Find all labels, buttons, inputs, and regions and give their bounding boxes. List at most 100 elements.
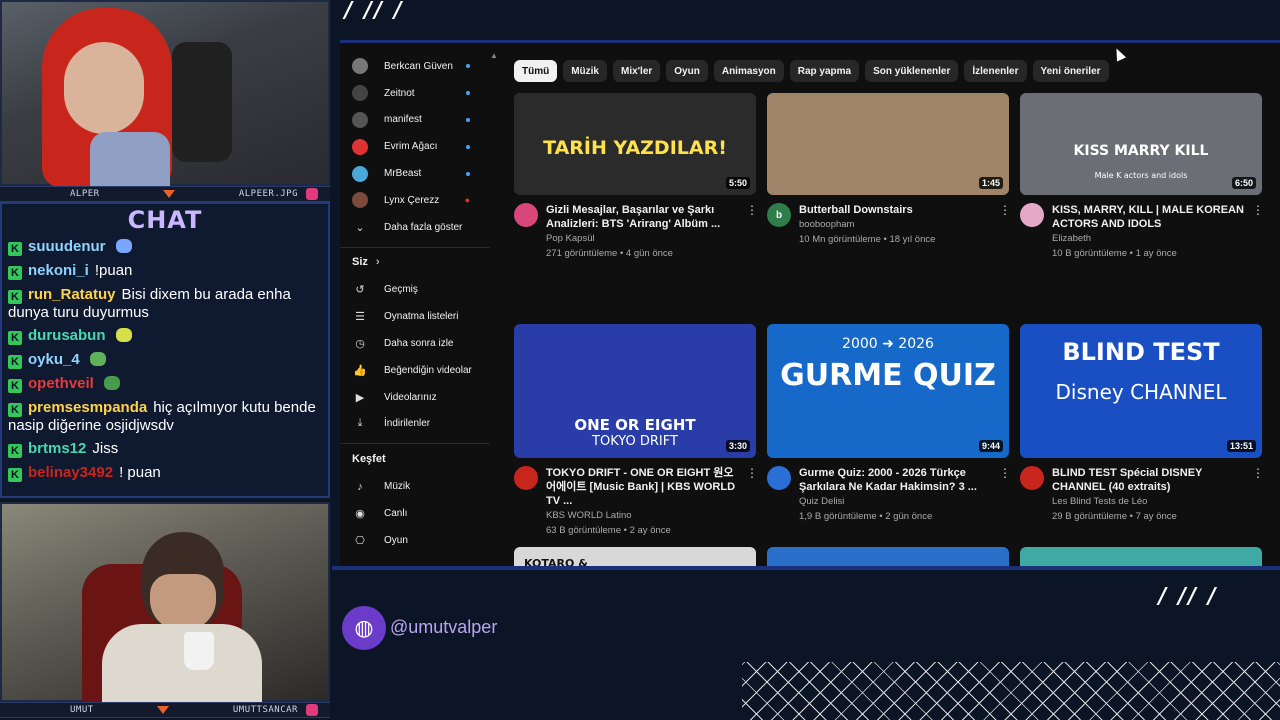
filter-chip[interactable]: Oyun [666, 60, 708, 82]
video-card[interactable]: TARİH YAZDILAR! 5:50 Gizli Mesajlar, Başar… [514, 93, 758, 261]
filter-chip[interactable]: Animasyon [713, 60, 784, 82]
sidebar-item-subscription[interactable]: Berkcan Güven [340, 53, 490, 80]
video-card[interactable] [1020, 547, 1262, 567]
sidebar-item-label: Oyun [384, 534, 408, 546]
channel-avatar-icon [352, 58, 368, 75]
chat-message: Knekoni_i !puan [8, 262, 322, 280]
channel-avatar[interactable] [1020, 203, 1044, 227]
sidebar-item-playlist[interactable]: ☰ Oynatma listeleri [340, 303, 490, 330]
emote-icon [89, 352, 106, 366]
show-more-button[interactable]: ⌄ Daha fazla göster [340, 214, 490, 241]
video-thumbnail[interactable]: KISS MARRY KILL Male K actors and idols 6:… [1020, 93, 1262, 195]
sidebar-item-subscription[interactable]: Zeitnot [340, 80, 490, 107]
sidebar-item-download[interactable]: ⤓ İndirilenler [340, 411, 490, 438]
more-options-icon[interactable]: ⋮ [999, 466, 1011, 480]
video-channel[interactable]: booboopham [799, 217, 1009, 232]
filter-chip[interactable]: Yeni öneriler [1032, 60, 1109, 82]
video-title[interactable]: BLIND TEST Spécial DISNEY CHANNEL (40 ex… [1052, 466, 1262, 494]
sidebar-item-label: Berkcan Güven [384, 60, 453, 72]
sidebar-item-live[interactable]: ◉ Canlı [340, 500, 490, 527]
more-options-icon[interactable]: ⋮ [1252, 466, 1264, 480]
clock-icon: ◷ [355, 338, 365, 351]
chat-username: belinay3492 [28, 464, 114, 481]
video-card[interactable]: ONE OR EIGHT TOKYO DRIFT 3:30 TOKYO DRIFT -… [514, 324, 758, 538]
video-title[interactable]: Gurme Quiz: 2000 - 2026 Türkçe Şarkılara… [799, 466, 1009, 494]
video-card[interactable] [767, 547, 1009, 567]
chat-message: Kbelinay3492 ! puan [8, 464, 322, 482]
channel-avatar[interactable] [767, 466, 791, 490]
video-title[interactable]: Butterball Downstairs [799, 203, 1009, 217]
video-title[interactable]: TOKYO DRIFT - ONE OR EIGHT 원오어에이트 [Music… [546, 466, 756, 508]
video-thumbnail[interactable]: KOTARO & HANA [514, 547, 756, 567]
video-thumbnail[interactable]: TARİH YAZDILAR! 5:50 [514, 93, 756, 195]
filter-chip[interactable]: Müzik [563, 60, 607, 82]
more-options-icon[interactable]: ⋮ [746, 466, 758, 480]
video-channel[interactable]: Elizabeth [1052, 231, 1262, 246]
chat-message: Krun_Ratatuy Bisi dixem bu arada enha dun… [8, 286, 322, 321]
more-options-icon[interactable]: ⋮ [746, 203, 758, 217]
sidebar-item-gaming[interactable]: ⎔ Oyun [340, 527, 490, 554]
video-card[interactable]: 1:45 b Butterball Downstairs booboopham 10 M… [767, 93, 1011, 247]
sidebar-item-subscription[interactable]: MrBeast [340, 160, 490, 187]
filter-chip[interactable]: Rap yapma [789, 60, 860, 82]
video-title[interactable]: KISS, MARRY, KILL | MALE KOREAN ACTORS A… [1052, 203, 1262, 231]
new-content-dot-icon [466, 117, 470, 122]
video-thumbnail[interactable]: GURME QUIZ 2000 ➜ 2026 9:44 [767, 324, 1009, 458]
video-thumbnail[interactable]: 1:45 [767, 93, 1009, 195]
video-duration: 9:44 [978, 440, 1003, 452]
sidebar-item-subscription[interactable]: Lynx Çerezz ● [340, 187, 490, 214]
sidebar-scroll-up-icon[interactable]: ▲ [490, 51, 498, 60]
music-icon: ♪ [357, 480, 363, 493]
sidebar-item-subscription[interactable]: manifest [340, 107, 490, 134]
video-channel[interactable]: Les Blind Tests de Léo [1052, 494, 1262, 509]
kick-badge-icon: K [8, 290, 22, 304]
video-meta: KISS, MARRY, KILL | MALE KOREAN ACTORS A… [1020, 203, 1264, 261]
sidebar-item-label: MrBeast [384, 168, 422, 180]
chat-title: CHAT [127, 206, 203, 234]
you-section-header[interactable]: Siz › [340, 246, 490, 277]
video-card[interactable]: GURME QUIZ 2000 ➜ 2026 9:44 Gurme Quiz: 200… [767, 324, 1011, 524]
video-channel[interactable]: Quiz Delisi [799, 494, 1009, 509]
history-icon: ↺ [355, 284, 365, 297]
chat-message: Ksuuudenur [8, 238, 322, 256]
chat-message: Kopethveil [8, 375, 322, 393]
channel-avatar[interactable] [514, 203, 538, 227]
video-card[interactable]: KOTARO & HANA [514, 547, 756, 567]
filter-chip[interactable]: Tümü [514, 60, 558, 82]
sidebar-item-thumbs-up[interactable]: 👍 Beğendiğin videolar [340, 357, 490, 384]
sidebar-item-label: Zeitnot [384, 87, 415, 99]
video-card[interactable]: KISS MARRY KILL Male K actors and idols 6:… [1020, 93, 1264, 261]
sidebar-item-clock[interactable]: ◷ Daha sonra izle [340, 330, 490, 357]
video-meta: Gizli Mesajlar, Başarılar ve Şarkı Anali… [514, 203, 758, 261]
filter-chip[interactable]: Son yüklenenler [865, 60, 959, 82]
channel-avatar[interactable]: b [767, 203, 791, 227]
video-thumbnail[interactable] [1020, 547, 1262, 567]
youtube-sidebar: Berkcan Güven Zeitnot manifest Evrim Ağacı M… [340, 43, 490, 569]
sidebar-item-history[interactable]: ↺ Geçmiş [340, 277, 490, 304]
video-thumbnail[interactable]: ONE OR EIGHT TOKYO DRIFT 3:30 [514, 324, 756, 458]
filter-chip[interactable]: İzlenenler [964, 60, 1027, 82]
video-thumbnail[interactable]: BLIND TEST Disney CHANNEL 13:51 [1020, 324, 1262, 458]
sidebar-item-label: Canlı [384, 508, 408, 520]
sidebar-item-music[interactable]: ♪ Müzik [340, 473, 490, 500]
instagram-icon [306, 188, 318, 200]
thumbnail-subtext: Disney CHANNEL [1055, 380, 1227, 404]
video-title[interactable]: Gizli Mesajlar, Başarılar ve Şarkı Anali… [546, 203, 756, 231]
new-content-dot-icon [466, 91, 470, 96]
video-thumbnail[interactable] [767, 547, 1009, 567]
subscriptions-list: Berkcan Güven Zeitnot manifest Evrim Ağacı M… [340, 53, 490, 214]
video-channel[interactable]: KBS WORLD Latino [546, 508, 756, 523]
sidebar-item-video[interactable]: ▶ Videolarınız [340, 384, 490, 411]
channel-avatar[interactable] [1020, 466, 1044, 490]
channel-avatar[interactable] [514, 466, 538, 490]
chat-text: Jiss [92, 440, 119, 457]
sidebar-item-subscription[interactable]: Evrim Ağacı [340, 133, 490, 160]
more-options-icon[interactable]: ⋮ [1252, 203, 1264, 217]
filter-chip[interactable]: Mix'ler [613, 60, 661, 82]
more-options-icon[interactable]: ⋮ [999, 203, 1011, 217]
video-channel[interactable]: Pop Kapsül [546, 231, 756, 246]
sidebar-item-label: İndirilenler [384, 418, 431, 430]
you-section-label: Siz [352, 256, 368, 269]
video-card[interactable]: BLIND TEST Disney CHANNEL 13:51 BLIND TEST … [1020, 324, 1264, 524]
chat-username: brtms12 [28, 440, 87, 457]
